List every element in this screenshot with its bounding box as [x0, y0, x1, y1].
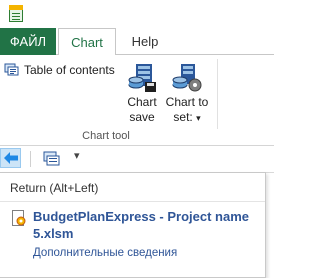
quick-access-toolbar: ▾ [0, 146, 274, 173]
tooltip-file-name: BudgetPlanExpress - Project name 5.xlsm [33, 209, 250, 241]
ribbon-panel: Table of contents Chart save Chart to se… [0, 55, 274, 146]
chart-to-set-button[interactable]: Chart to set: ▾ [162, 61, 212, 126]
customize-toolbar-dropdown[interactable]: ▾ [74, 149, 80, 162]
tooltip-title: Return (Alt+Left) [10, 181, 99, 195]
chart-to-label-line1: Chart to [165, 95, 209, 109]
more-info-link[interactable]: Дополнительные сведения [33, 247, 177, 259]
tab-help[interactable]: Help [120, 28, 170, 55]
database-settings-icon [172, 64, 202, 92]
chart-save-label-line2: save [129, 110, 155, 124]
title-bar [0, 0, 274, 28]
return-button[interactable] [0, 148, 21, 168]
chart-save-label-line1: Chart [127, 95, 157, 109]
tab-chart[interactable]: Chart [58, 28, 116, 55]
chart-save-button[interactable]: Chart save [124, 61, 160, 125]
table-of-contents-label: Table of contents [24, 63, 115, 77]
toolbar-separator [30, 151, 31, 167]
excel-file-icon [12, 210, 26, 227]
save-database-icon [128, 64, 156, 92]
ribbon-tab-bar: ФАЙЛ Chart Help [0, 28, 274, 55]
workbook-icon [9, 5, 23, 22]
chart-to-label-line2: set: ▾ [173, 110, 201, 124]
table-of-contents-button[interactable]: Table of contents [4, 61, 115, 79]
table-of-contents-icon[interactable] [43, 151, 61, 167]
ribbon-group-label: Chart tool [82, 130, 130, 142]
tooltip-divider [0, 201, 265, 202]
arrow-left-icon [3, 152, 18, 164]
ribbon-group-divider [217, 59, 218, 129]
tab-file[interactable]: ФАЙЛ [0, 28, 56, 55]
table-of-contents-icon [4, 63, 19, 76]
chevron-down-icon: ▾ [196, 113, 201, 123]
return-tooltip: Return (Alt+Left) BudgetPlanExpress - Pr… [0, 172, 266, 278]
